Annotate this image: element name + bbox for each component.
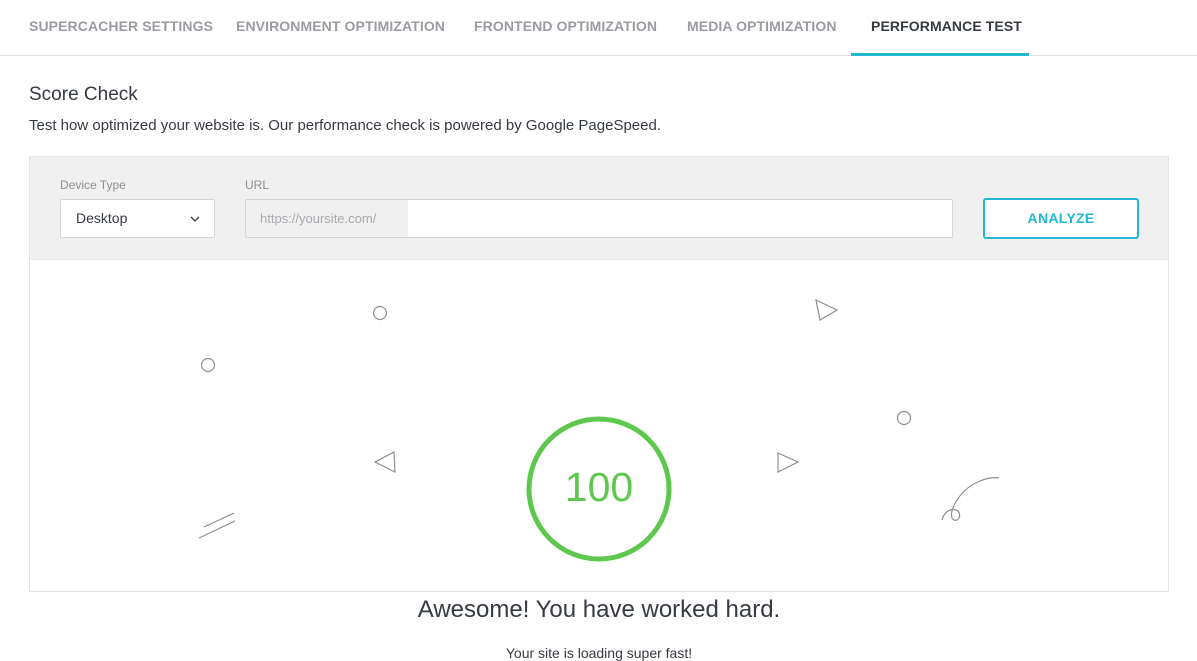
circle-decoration-icon xyxy=(372,305,388,321)
tab-environment-optimization[interactable]: ENVIRONMENT OPTIMIZATION xyxy=(236,0,445,56)
score-result: 100 Awesome! You have worked hard. Your … xyxy=(30,260,1168,661)
tab-supercacher-settings[interactable]: SUPERCACHER SETTINGS xyxy=(29,0,213,56)
section-description: Test how optimized your website is. Our … xyxy=(29,117,661,134)
analyze-toolbar: Device Type Desktop URL https://yoursite… xyxy=(30,157,1168,260)
device-type-label: Device Type xyxy=(60,178,126,192)
section-title: Score Check xyxy=(29,84,138,105)
circle-decoration-icon xyxy=(200,357,216,373)
score-value: 100 xyxy=(564,464,634,510)
url-field: https://yoursite.com/ xyxy=(245,199,953,238)
url-prefix: https://yoursite.com/ xyxy=(246,200,408,237)
triangle-decoration-icon xyxy=(373,451,396,473)
chevron-down-icon xyxy=(190,216,200,222)
device-type-select[interactable]: Desktop xyxy=(60,199,215,238)
circle-decoration-icon xyxy=(896,410,912,426)
tab-performance-test[interactable]: PERFORMANCE TEST xyxy=(871,0,1022,56)
url-input[interactable] xyxy=(408,200,952,237)
active-tab-indicator xyxy=(851,53,1029,56)
result-message: Your site is loading super fast! xyxy=(505,645,693,661)
result-headline: Awesome! You have worked hard. xyxy=(417,596,781,623)
slash-lines-decoration-icon xyxy=(198,512,236,539)
tab-frontend-optimization[interactable]: FRONTEND OPTIMIZATION xyxy=(474,0,657,56)
squiggle-decoration-icon xyxy=(941,477,1000,521)
tab-bar: SUPERCACHER SETTINGS ENVIRONMENT OPTIMIZ… xyxy=(0,0,1197,56)
tab-media-optimization[interactable]: MEDIA OPTIMIZATION xyxy=(687,0,837,56)
analyze-button[interactable]: ANALYZE xyxy=(983,198,1139,239)
score-check-card: Device Type Desktop URL https://yoursite… xyxy=(29,156,1169,661)
triangle-decoration-icon xyxy=(815,298,839,321)
triangle-decoration-icon xyxy=(777,452,800,473)
device-type-value: Desktop xyxy=(76,210,128,226)
url-label: URL xyxy=(245,178,270,192)
